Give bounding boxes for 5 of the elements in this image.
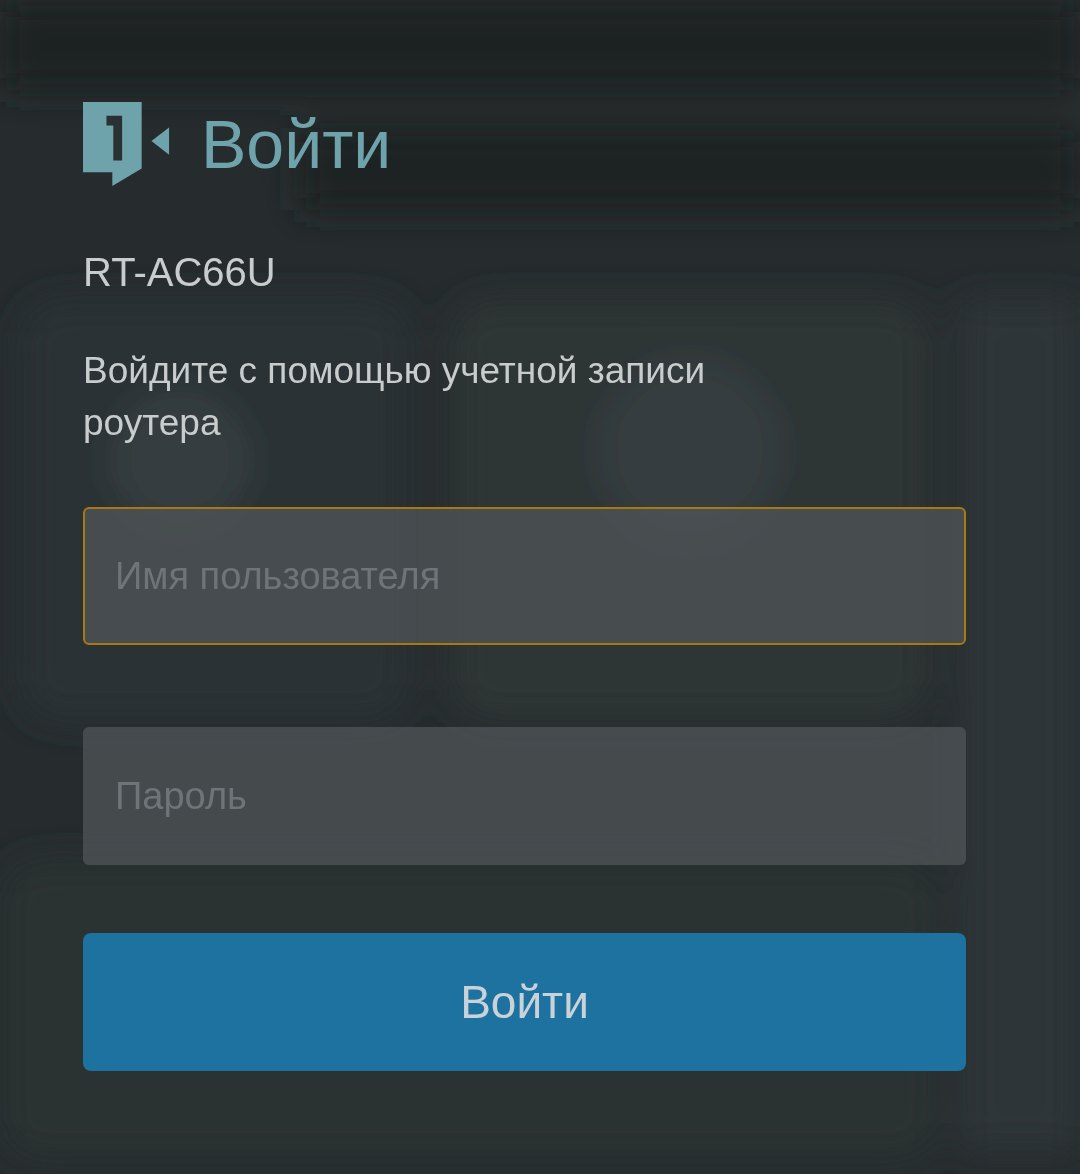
page-title: Войти <box>201 105 392 183</box>
description-text: Войдите с помощью учетной записи роутера <box>83 349 707 445</box>
device-name: RT-AC66U <box>83 250 277 295</box>
login-button[interactable]: Войти <box>83 933 966 1071</box>
door-icon <box>83 100 171 188</box>
